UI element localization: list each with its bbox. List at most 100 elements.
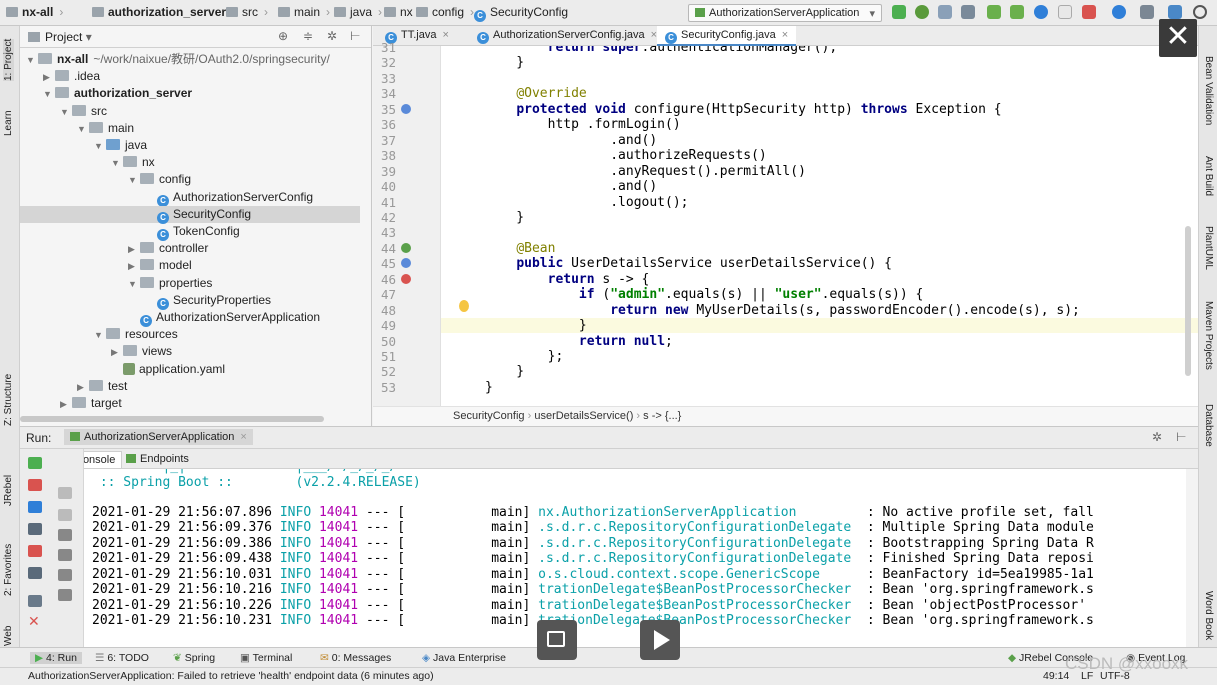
tree-item[interactable]: C AuthorizationServerConfig (20, 189, 313, 207)
help-icon[interactable] (1034, 5, 1048, 19)
code-line[interactable]: } (441, 55, 524, 70)
tree-item[interactable]: ▼ main (20, 120, 134, 137)
breadcrumb-item[interactable]: authorization_server› (92, 5, 236, 19)
down-arrow-icon[interactable] (58, 509, 72, 521)
implement-icon[interactable] (401, 258, 411, 269)
editor-breadcrumb-item[interactable]: s -> {...} (643, 410, 681, 422)
code-line[interactable]: .anyRequest().permitAll() (441, 164, 806, 179)
editor-tab[interactable]: C AuthorizationServerConfig.java × (469, 26, 665, 46)
run-configuration-select[interactable]: AuthorizationServerApplication ▾ (688, 4, 882, 22)
scroll-end-icon[interactable] (58, 549, 72, 561)
tool-window-ant-build[interactable]: Ant Build (1203, 156, 1214, 196)
close-icon[interactable]: × (782, 29, 788, 41)
project-structure-icon[interactable] (1140, 5, 1154, 19)
code-line[interactable]: .logout(); (441, 195, 688, 210)
tool-tab-java-enterprise[interactable]: ◈ Java Enterprise (422, 652, 506, 664)
project-panel-title[interactable]: Project (45, 30, 82, 44)
tool-window-plantuml[interactable]: PlantUML (1203, 226, 1214, 270)
chevron-down-icon[interactable]: ▼ (94, 327, 106, 344)
status-message[interactable]: AuthorizationServerApplication: Failed t… (28, 670, 434, 682)
breadcrumb-item[interactable]: main › (278, 5, 330, 19)
tree-item[interactable]: ▼ config (20, 171, 191, 188)
run-config-tab[interactable]: AuthorizationServerApplication × (64, 429, 253, 445)
tree-item[interactable]: ▼ resources (20, 326, 178, 343)
profile-icon[interactable] (961, 5, 975, 19)
tool-tab-messages[interactable]: ✉ 0: Messages (320, 652, 391, 664)
collapse-icon[interactable]: ≑ (303, 29, 313, 43)
tree-item[interactable]: ▼ nx-all ~/work/naixue/教研/OAuth2.0/springs… (20, 51, 330, 68)
chevron-right-icon[interactable]: ▶ (60, 396, 72, 413)
breadcrumb-item[interactable]: nx-all › (6, 5, 63, 19)
chevron-right-icon[interactable]: ▶ (128, 241, 140, 258)
tool-window-maven[interactable]: Maven Projects (1203, 301, 1214, 370)
horizontal-scrollbar[interactable] (20, 416, 324, 422)
code-line[interactable]: } (441, 364, 524, 379)
code-line[interactable]: } (441, 210, 524, 225)
tool-tab-run[interactable]: ▶ 4: Run (30, 652, 82, 664)
tool-tab-spring[interactable]: ❦ Spring (173, 652, 215, 664)
bean-icon[interactable] (401, 242, 411, 253)
chevron-right-icon[interactable]: ▶ (128, 258, 140, 275)
vertical-scrollbar[interactable] (1185, 226, 1191, 376)
layout-icon[interactable] (28, 567, 42, 579)
stop-icon[interactable] (28, 479, 42, 491)
soft-wrap-icon[interactable] (58, 529, 72, 541)
breadcrumb-item[interactable]: config › (416, 5, 474, 19)
chevron-down-icon[interactable]: ▾ (86, 30, 92, 44)
rerun-icon[interactable] (892, 5, 906, 19)
jrebel-run-icon[interactable] (987, 5, 1001, 19)
chevron-right-icon[interactable]: ▶ (77, 379, 89, 396)
breadcrumb-item[interactable]: src › (226, 5, 268, 19)
code-line[interactable]: return null; (441, 334, 673, 349)
camera-icon[interactable] (28, 523, 42, 535)
up-arrow-icon[interactable] (58, 487, 72, 499)
override-icon[interactable] (401, 103, 411, 114)
chevron-right-icon[interactable]: ▶ (43, 69, 55, 86)
tree-item[interactable]: ▼ java (20, 137, 147, 154)
code-line[interactable]: }; (441, 349, 564, 364)
rerun-icon[interactable] (28, 457, 42, 469)
tree-item[interactable]: ▼ src (20, 103, 107, 120)
code-line[interactable]: public UserDetailsService userDetailsSer… (441, 256, 892, 271)
tree-item[interactable]: C SecurityProperties (20, 292, 271, 310)
console-scrollbar[interactable] (1186, 469, 1198, 648)
breadcrumb-item[interactable]: java › (334, 5, 382, 19)
trash-icon[interactable] (58, 589, 72, 601)
print-icon[interactable] (58, 569, 72, 581)
tool-tab-terminal[interactable]: ▣ Terminal (240, 652, 292, 664)
tool-window-structure[interactable]: Z: Structure (3, 374, 14, 426)
tree-item[interactable]: C AuthorizationServerApplication (20, 309, 320, 327)
expand-icon[interactable] (537, 620, 577, 660)
tab-endpoints[interactable]: Endpoints (120, 451, 195, 467)
tool-window-bean-validation[interactable]: Bean Validation (1203, 56, 1214, 125)
code-line[interactable]: .and() (441, 179, 657, 194)
tree-item[interactable]: C SecurityConfig (20, 205, 360, 224)
code-line[interactable]: http .formLogin() (441, 117, 681, 132)
translate-icon[interactable] (1168, 5, 1182, 19)
editor-breadcrumb-item[interactable]: userDetailsService() (534, 410, 633, 422)
debug-icon[interactable] (915, 5, 929, 19)
code-line[interactable]: .authorizeRequests() (441, 148, 767, 163)
chevron-down-icon[interactable]: ▼ (128, 172, 140, 189)
chevron-down-icon[interactable]: ▼ (77, 121, 89, 138)
editor-breadcrumb-item[interactable]: SecurityConfig (453, 410, 525, 422)
code-line[interactable]: if ("admin".equals(s) || "user".equals(s… (441, 287, 923, 302)
stop-square-icon[interactable] (1058, 5, 1072, 19)
console-output[interactable]: =========|_|==============|___/=/_/_/_/ … (84, 469, 1184, 648)
chevron-down-icon[interactable]: ▼ (26, 52, 38, 69)
chevron-down-icon[interactable]: ▼ (111, 155, 123, 172)
play-icon[interactable] (640, 620, 680, 660)
chevron-down-icon[interactable]: ▼ (60, 104, 72, 121)
close-icon[interactable]: ✕ (1159, 19, 1197, 57)
tree-item[interactable]: application.yaml (20, 361, 225, 378)
gear-icon[interactable]: ✲ (1152, 430, 1162, 444)
chevron-down-icon[interactable]: ▼ (43, 86, 55, 103)
tool-window-word-book[interactable]: Word Book (1203, 591, 1214, 640)
tree-item[interactable]: C TokenConfig (20, 223, 240, 241)
code-line[interactable]: return s -> { (441, 272, 650, 287)
chevron-right-icon[interactable]: ▶ (111, 344, 123, 361)
tree-item[interactable]: ▼ properties (20, 275, 212, 292)
code-line[interactable]: return new MyUserDetails(s, passwordEnco… (441, 303, 1080, 318)
tool-tab-todo[interactable]: ☰ 6: TODO (95, 652, 149, 664)
code-line[interactable]: @Bean (441, 241, 555, 256)
